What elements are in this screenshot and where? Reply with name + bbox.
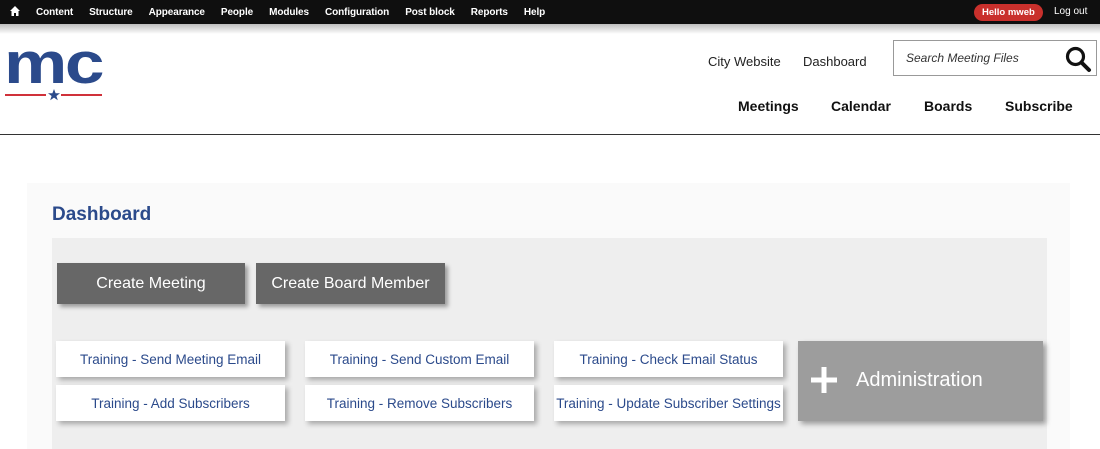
site-logo[interactable]: mc <box>4 40 104 102</box>
admin-menu-appearance[interactable]: Appearance <box>149 7 205 18</box>
admin-menu-configuration[interactable]: Configuration <box>325 7 389 18</box>
training-add-subscribers-button[interactable]: Training - Add Subscribers <box>56 385 285 421</box>
admin-menu-people[interactable]: People <box>221 7 253 18</box>
admin-menu-modules[interactable]: Modules <box>269 7 309 18</box>
city-website-link[interactable]: City Website <box>708 54 781 69</box>
training-check-email-status-button[interactable]: Training - Check Email Status <box>554 341 783 377</box>
dashboard-link[interactable]: Dashboard <box>803 54 867 69</box>
header-divider <box>0 134 1100 135</box>
admin-menu-reports[interactable]: Reports <box>471 7 508 18</box>
nav-boards[interactable]: Boards <box>924 98 972 114</box>
plus-icon <box>811 367 837 393</box>
admin-menu-help[interactable]: Help <box>524 7 545 18</box>
search-icon[interactable] <box>1064 45 1092 73</box>
admin-menu-structure[interactable]: Structure <box>89 7 133 18</box>
nav-subscribe[interactable]: Subscribe <box>1005 98 1073 114</box>
create-board-member-button[interactable]: Create Board Member <box>256 263 445 304</box>
page-title: Dashboard <box>52 204 152 225</box>
home-icon[interactable] <box>9 5 21 17</box>
training-send-meeting-email-button[interactable]: Training - Send Meeting Email <box>56 341 285 377</box>
toolbar-shadow <box>0 24 1100 34</box>
search-input[interactable] <box>894 41 1059 75</box>
create-meeting-button[interactable]: Create Meeting <box>57 263 245 304</box>
logout-link[interactable]: Log out <box>1054 6 1087 17</box>
admin-menu-post-block[interactable]: Post block <box>405 7 455 18</box>
nav-calendar[interactable]: Calendar <box>831 98 891 114</box>
user-greeting-badge[interactable]: Hello mweb <box>974 4 1043 21</box>
administration-button[interactable]: Administration <box>798 341 1043 421</box>
search-box <box>893 40 1097 76</box>
admin-menu-content[interactable]: Content <box>36 7 73 18</box>
logo-text: mc <box>4 40 103 96</box>
training-remove-subscribers-button[interactable]: Training - Remove Subscribers <box>305 385 534 421</box>
admin-menu: Content Structure Appearance People Modu… <box>36 0 561 24</box>
administration-label: Administration <box>856 369 983 391</box>
nav-meetings[interactable]: Meetings <box>738 98 799 114</box>
admin-toolbar: Content Structure Appearance People Modu… <box>0 0 1100 24</box>
training-send-custom-email-button[interactable]: Training - Send Custom Email <box>305 341 534 377</box>
training-update-subscriber-settings-button[interactable]: Training - Update Subscriber Settings <box>554 385 783 421</box>
